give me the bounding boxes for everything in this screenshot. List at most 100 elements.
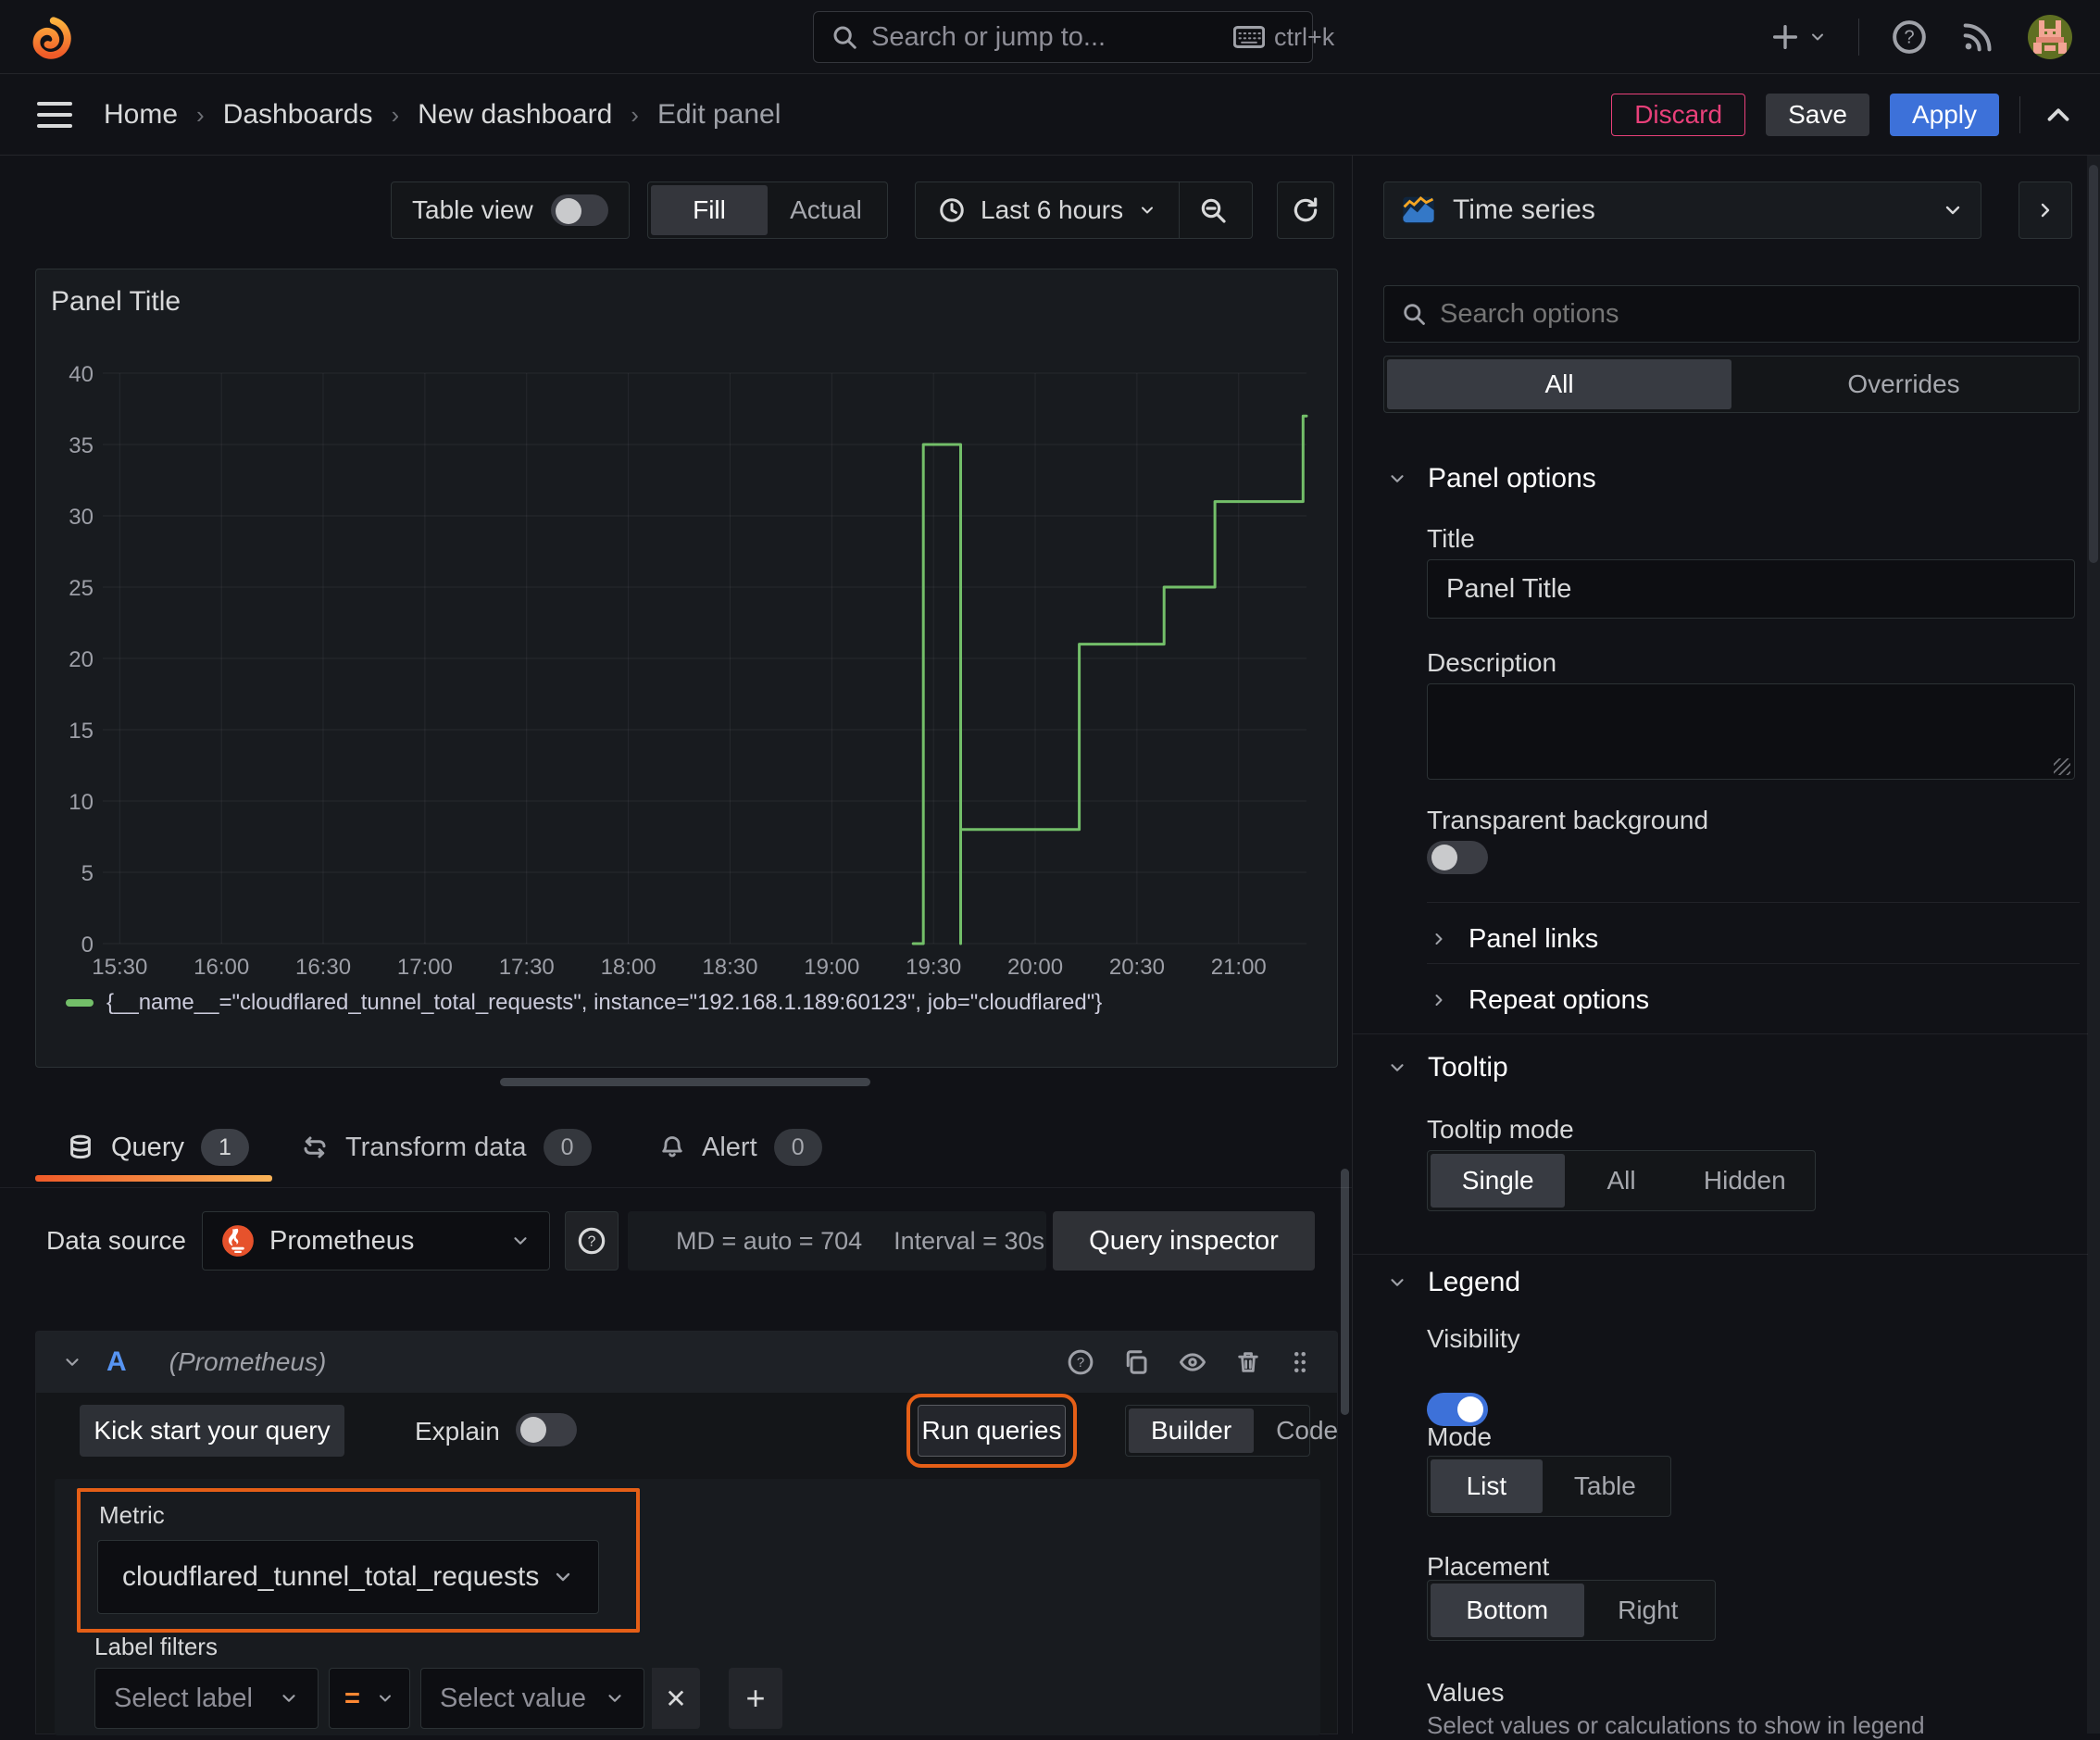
discard-button[interactable]: Discard [1611,94,1746,136]
options-tabs: All Overrides [1383,356,2080,413]
section-panel-links[interactable]: Panel links [1430,913,1598,965]
copy-icon[interactable] [1122,1348,1150,1376]
add-filter-button[interactable]: + [729,1668,782,1729]
news-rss-icon[interactable] [1959,19,1996,56]
breadcrumb: Home › Dashboards › New dashboard › Edit… [104,99,781,131]
explain-label: Explain [415,1417,500,1446]
svg-text:20:00: 20:00 [1007,955,1063,980]
section-panel-options[interactable]: Panel options [1387,463,1596,494]
database-icon [70,1134,91,1159]
tooltip-mode-single[interactable]: Single [1431,1154,1566,1208]
breadcrumb-home[interactable]: Home [104,99,178,131]
section-repeat-options[interactable]: Repeat options [1430,974,1649,1026]
chevron-down-icon [1391,1064,1404,1071]
svg-text:20: 20 [69,647,94,672]
time-series-chart[interactable]: 0 5 10 15 20 25 30 35 40 15:30 16:00 16:30 17:00 17:3… [36,353,1337,1001]
pane-resize-handle[interactable] [500,1078,870,1086]
fill-option[interactable]: Fill [651,185,768,235]
keyboard-icon [1233,25,1265,49]
remove-filter-button[interactable]: ✕ [652,1668,700,1729]
transparent-background-toggle[interactable] [1427,841,1488,874]
query-options-bar[interactable]: MD = auto = 704 Interval = 30s [628,1211,1046,1271]
table-view-toggle[interactable] [551,194,608,226]
trash-icon[interactable] [1235,1348,1261,1376]
zoom-out-icon [1201,198,1226,223]
repeat-options-label: Repeat options [1469,984,1650,1015]
legend-values-hint: Select values or calculations to show in… [1427,1711,1925,1739]
refresh-button[interactable] [1277,182,1334,239]
query-header[interactable]: A (Prometheus) ? [36,1332,1337,1393]
shortcut-label: ctrl+k [1274,22,1335,51]
refresh-icon [1294,197,1318,222]
run-queries-button[interactable]: Run queries [906,1394,1077,1468]
chart-legend[interactable]: {__name__="cloudflared_tunnel_total_requ… [66,990,1102,1016]
top-nav: ctrl+k ? [0,0,2100,74]
metric-select[interactable]: cloudflared_tunnel_total_requests [97,1540,599,1614]
options-search-input[interactable] [1440,298,2062,330]
drag-handle-icon[interactable] [1289,1348,1311,1376]
visualization-picker[interactable]: Time series [1383,182,1981,239]
search-icon [1401,301,1427,327]
global-search[interactable]: ctrl+k [813,11,1334,63]
svg-text:40: 40 [69,362,94,387]
help-icon[interactable]: ? [1067,1348,1094,1376]
chevron-up-icon[interactable] [2041,97,2076,132]
time-range-picker[interactable]: Last 6 hours [916,182,1179,238]
help-icon[interactable]: ? [1891,19,1928,56]
options-tab-overrides[interactable]: Overrides [1731,359,2076,409]
panel-links-label: Panel links [1469,923,1599,954]
datasource-select[interactable]: Prometheus [202,1211,550,1271]
select-label-dropdown[interactable]: Select label [94,1668,319,1729]
options-search[interactable] [1383,285,2080,343]
tab-alert[interactable]: Alert 0 [659,1107,822,1188]
avatar[interactable] [2028,15,2072,59]
collapse-pane-button[interactable] [2019,182,2072,239]
panel-options-pane: Time series All Overrides Panel options … [1352,156,2100,1739]
legend-placement-bottom[interactable]: Bottom [1431,1584,1584,1637]
legend-mode-list[interactable]: List [1431,1459,1543,1513]
title-label: Title [1427,524,1475,553]
save-button[interactable]: Save [1766,94,1869,136]
section-tooltip[interactable]: Tooltip [1387,1052,1508,1083]
angle-right-icon [1435,995,1443,1006]
eye-icon[interactable] [1178,1348,1207,1376]
chevron-down-icon[interactable] [62,1352,82,1372]
apply-button[interactable]: Apply [1889,94,1999,136]
options-scrollbar[interactable] [2087,156,2100,1734]
breadcrumb-bar: Home › Dashboards › New dashboard › Edit… [0,74,2100,156]
main-scrollbar[interactable] [1341,1169,1349,1415]
search-input[interactable] [871,21,1220,53]
tooltip-mode-hidden[interactable]: Hidden [1678,1154,1812,1208]
query-inspector-button[interactable]: Query inspector [1053,1211,1315,1271]
panel-title-input[interactable] [1427,559,2075,619]
select-value-dropdown[interactable]: Select value [420,1668,644,1729]
tab-transform[interactable]: Transform data 0 [301,1107,592,1188]
actual-option[interactable]: Actual [768,185,884,235]
label-filters-label: Label filters [94,1633,218,1660]
svg-text:?: ? [1904,28,1914,48]
legend-visibility-toggle[interactable] [1427,1393,1488,1426]
legend-mode-table[interactable]: Table [1543,1459,1668,1513]
resize-grip-icon[interactable] [2054,758,2070,775]
description-textarea[interactable] [1427,683,2075,780]
explain-toggle[interactable] [516,1413,577,1446]
code-option[interactable]: Code [1254,1408,1360,1453]
chevron-down-icon [1142,207,1154,214]
svg-text:15: 15 [69,719,94,744]
kick-start-query-button[interactable]: Kick start your query [80,1405,344,1457]
grafana-logo-icon[interactable] [26,13,72,63]
tooltip-mode-all[interactable]: All [1565,1154,1677,1208]
zoom-out-button[interactable] [1179,182,1246,238]
operator-dropdown[interactable]: = [329,1668,410,1729]
legend-title: Legend [1428,1267,1521,1297]
panel-title[interactable]: Panel Title [51,286,181,318]
builder-option[interactable]: Builder [1129,1408,1255,1453]
breadcrumb-new-dashboard[interactable]: New dashboard [418,99,612,131]
datasource-help-button[interactable]: ? [565,1211,619,1271]
menu-icon[interactable] [37,98,72,131]
options-tab-all[interactable]: All [1387,359,1731,409]
legend-placement-right[interactable]: Right [1584,1584,1712,1637]
add-menu-button[interactable] [1769,21,1827,53]
breadcrumb-dashboards[interactable]: Dashboards [223,99,373,131]
section-legend[interactable]: Legend [1387,1267,1520,1298]
